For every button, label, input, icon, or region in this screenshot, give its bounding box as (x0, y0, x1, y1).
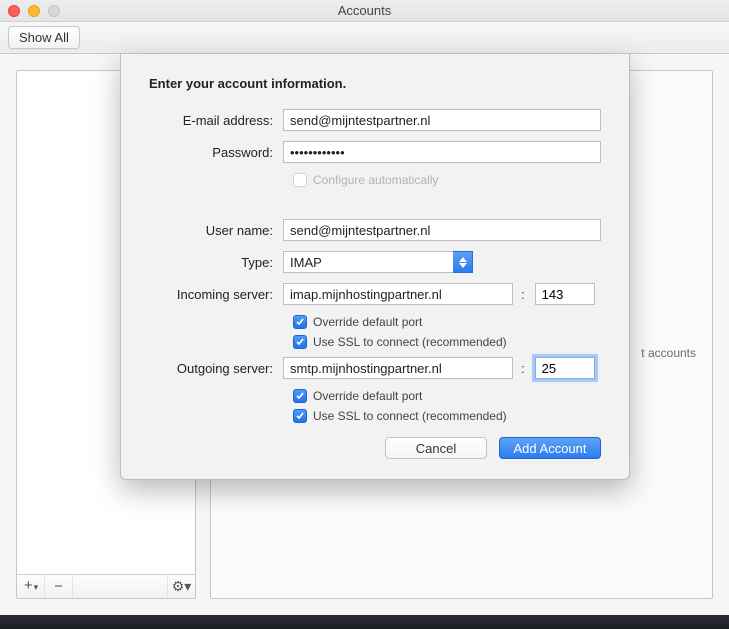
type-select[interactable] (283, 251, 473, 273)
sheet-heading: Enter your account information. (149, 76, 601, 91)
email-label: E-mail address: (149, 113, 283, 128)
outgoing-port-field[interactable] (535, 357, 595, 379)
incoming-override-port-label: Override default port (313, 315, 422, 329)
email-field[interactable] (283, 109, 601, 131)
window-title: Accounts (0, 3, 729, 18)
remove-account-icon[interactable]: − (45, 575, 73, 598)
incoming-port-field[interactable] (535, 283, 595, 305)
outgoing-use-ssl-checkbox[interactable] (293, 409, 307, 423)
outgoing-server-field[interactable] (283, 357, 513, 379)
password-field[interactable] (283, 141, 601, 163)
incoming-use-ssl-label: Use SSL to connect (recommended) (313, 335, 507, 349)
cancel-button[interactable]: Cancel (385, 437, 487, 459)
outgoing-override-port-label: Override default port (313, 389, 422, 403)
zoom-window-button[interactable] (48, 5, 60, 17)
account-setup-sheet: Enter your account information. E-mail a… (120, 54, 630, 480)
titlebar: Accounts (0, 0, 729, 22)
configure-auto-checkbox (293, 173, 307, 187)
configure-auto-label: Configure automatically (313, 173, 438, 187)
incoming-colon: : (521, 287, 525, 302)
show-all-button[interactable]: Show All (8, 26, 80, 49)
outgoing-override-port-checkbox[interactable] (293, 389, 307, 403)
username-field[interactable] (283, 219, 601, 241)
add-account-icon[interactable]: +▾ (17, 575, 45, 598)
incoming-server-label: Incoming server: (149, 287, 283, 302)
incoming-override-port-checkbox[interactable] (293, 315, 307, 329)
minimize-window-button[interactable] (28, 5, 40, 17)
type-label: Type: (149, 255, 283, 270)
traffic-lights (8, 5, 60, 17)
type-value[interactable] (283, 251, 473, 273)
bottom-strip (0, 615, 729, 629)
configure-auto-row: Configure automatically (293, 173, 601, 187)
placeholder-text: t accounts (641, 346, 696, 360)
add-account-button[interactable]: Add Account (499, 437, 601, 459)
username-label: User name: (149, 223, 283, 238)
chevron-updown-icon[interactable] (453, 251, 473, 273)
outgoing-server-label: Outgoing server: (149, 361, 283, 376)
toolbar: Show All (0, 22, 729, 54)
gear-menu-icon[interactable]: ⚙︎▾ (167, 575, 195, 598)
outgoing-colon: : (521, 361, 525, 376)
password-label: Password: (149, 145, 283, 160)
sidebar-tools: +▾ − ⚙︎▾ (17, 574, 195, 598)
close-window-button[interactable] (8, 5, 20, 17)
incoming-server-field[interactable] (283, 283, 513, 305)
outgoing-use-ssl-label: Use SSL to connect (recommended) (313, 409, 507, 423)
incoming-use-ssl-checkbox[interactable] (293, 335, 307, 349)
